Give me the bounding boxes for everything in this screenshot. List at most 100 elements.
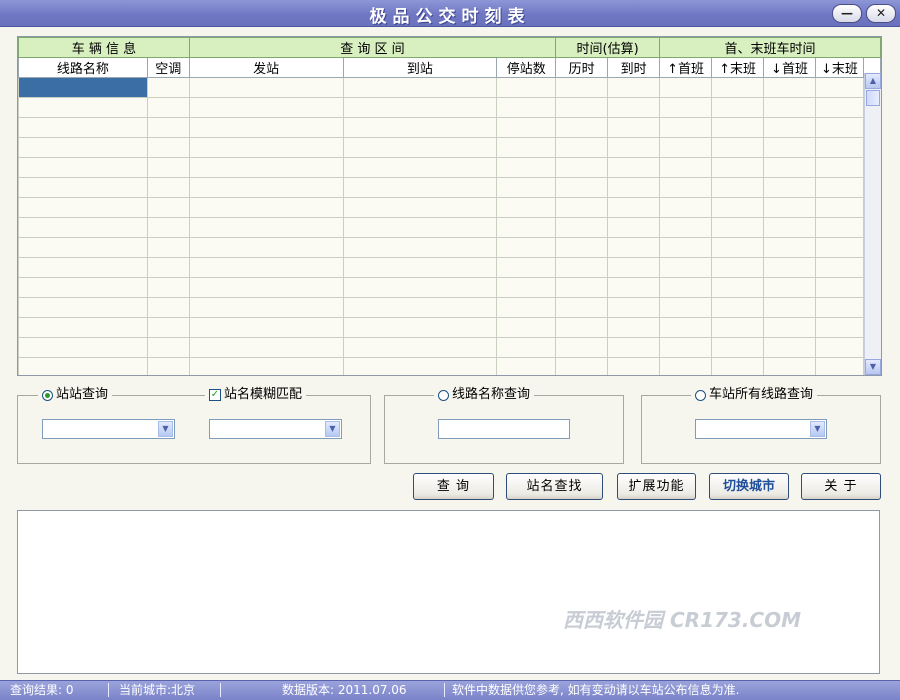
table-cell[interactable] xyxy=(146,277,190,298)
table-cell[interactable] xyxy=(342,237,498,258)
table-cell[interactable] xyxy=(763,157,816,178)
table-cell[interactable] xyxy=(555,257,609,278)
table-cell[interactable] xyxy=(18,77,148,98)
close-button[interactable]: ✕ xyxy=(866,4,896,23)
table-cell[interactable] xyxy=(18,197,148,218)
table-cell[interactable] xyxy=(763,117,816,138)
chevron-down-icon[interactable]: ▼ xyxy=(158,421,173,437)
table-cell[interactable] xyxy=(814,157,864,178)
table-cell[interactable] xyxy=(763,137,816,158)
column-header-down-last[interactable]: ↓末班 xyxy=(814,57,864,78)
table-cell[interactable] xyxy=(711,237,765,258)
table-cell[interactable] xyxy=(555,237,609,258)
table-cell[interactable] xyxy=(496,97,557,118)
table-cell[interactable] xyxy=(146,317,190,338)
table-cell[interactable] xyxy=(659,197,713,218)
query-button[interactable]: 查 询 xyxy=(413,473,494,500)
column-header-duration[interactable]: 历时 xyxy=(555,57,609,78)
table-cell[interactable] xyxy=(18,237,148,258)
column-header-stop-count[interactable]: 停站数 xyxy=(496,57,557,78)
table-row[interactable] xyxy=(18,77,881,98)
table-row[interactable] xyxy=(18,257,881,278)
table-cell[interactable] xyxy=(763,217,816,238)
table-cell[interactable] xyxy=(607,337,661,358)
table-cell[interactable] xyxy=(496,77,557,98)
column-header-aircon[interactable]: 空调 xyxy=(146,57,190,78)
table-cell[interactable] xyxy=(18,217,148,238)
table-cell[interactable] xyxy=(607,277,661,298)
table-cell[interactable] xyxy=(18,257,148,278)
column-header-from-station[interactable]: 发站 xyxy=(188,57,344,78)
table-cell[interactable] xyxy=(659,97,713,118)
table-cell[interactable] xyxy=(555,197,609,218)
table-cell[interactable] xyxy=(607,317,661,338)
table-cell[interactable] xyxy=(18,337,148,358)
table-row[interactable] xyxy=(18,297,881,318)
table-cell[interactable] xyxy=(711,77,765,98)
table-cell[interactable] xyxy=(711,177,765,198)
route-query-legend[interactable]: 线路名称查询 xyxy=(434,387,535,403)
table-cell[interactable] xyxy=(188,357,344,375)
table-cell[interactable] xyxy=(18,357,148,375)
table-cell[interactable] xyxy=(342,357,498,375)
table-cell[interactable] xyxy=(711,217,765,238)
table-cell[interactable] xyxy=(659,277,713,298)
table-cell[interactable] xyxy=(659,317,713,338)
table-cell[interactable] xyxy=(188,297,344,318)
table-row[interactable] xyxy=(18,137,881,158)
table-cell[interactable] xyxy=(711,297,765,318)
table-row[interactable] xyxy=(18,357,881,375)
table-cell[interactable] xyxy=(342,297,498,318)
scroll-thumb[interactable] xyxy=(866,90,880,106)
table-cell[interactable] xyxy=(555,117,609,138)
find-station-button[interactable]: 站名查找 xyxy=(506,473,603,500)
table-cell[interactable] xyxy=(342,77,498,98)
table-cell[interactable] xyxy=(188,317,344,338)
table-cell[interactable] xyxy=(607,217,661,238)
table-cell[interactable] xyxy=(188,157,344,178)
table-row[interactable] xyxy=(18,197,881,218)
table-cell[interactable] xyxy=(814,197,864,218)
table-cell[interactable] xyxy=(496,297,557,318)
station-query-radio[interactable] xyxy=(42,389,53,401)
table-cell[interactable] xyxy=(342,337,498,358)
table-cell[interactable] xyxy=(763,297,816,318)
table-cell[interactable] xyxy=(607,237,661,258)
table-cell[interactable] xyxy=(146,197,190,218)
table-cell[interactable] xyxy=(188,97,344,118)
table-cell[interactable] xyxy=(496,317,557,338)
table-cell[interactable] xyxy=(814,117,864,138)
table-cell[interactable] xyxy=(659,77,713,98)
station-query-legend[interactable]: 站站查询 xyxy=(38,387,113,403)
table-cell[interactable] xyxy=(496,157,557,178)
switch-city-button[interactable]: 切换城市 xyxy=(709,473,789,500)
table-cell[interactable] xyxy=(814,137,864,158)
table-cell[interactable] xyxy=(188,277,344,298)
table-row[interactable] xyxy=(18,157,881,178)
table-cell[interactable] xyxy=(18,317,148,338)
table-cell[interactable] xyxy=(607,97,661,118)
table-cell[interactable] xyxy=(814,317,864,338)
table-cell[interactable] xyxy=(18,117,148,138)
minimize-button[interactable]: — xyxy=(832,4,862,23)
table-cell[interactable] xyxy=(496,277,557,298)
table-cell[interactable] xyxy=(342,217,498,238)
table-cell[interactable] xyxy=(146,217,190,238)
fuzzy-match-legend[interactable]: ✓ 站名模糊匹配 xyxy=(205,387,307,403)
table-cell[interactable] xyxy=(146,97,190,118)
table-cell[interactable] xyxy=(711,257,765,278)
table-cell[interactable] xyxy=(342,197,498,218)
table-cell[interactable] xyxy=(607,177,661,198)
to-station-combo[interactable]: ▼ xyxy=(209,419,342,439)
table-cell[interactable] xyxy=(659,117,713,138)
table-cell[interactable] xyxy=(342,317,498,338)
table-cell[interactable] xyxy=(555,317,609,338)
table-cell[interactable] xyxy=(607,357,661,375)
table-cell[interactable] xyxy=(659,297,713,318)
route-query-radio[interactable] xyxy=(438,389,449,401)
table-cell[interactable] xyxy=(763,277,816,298)
table-cell[interactable] xyxy=(607,117,661,138)
table-cell[interactable] xyxy=(607,77,661,98)
output-panel[interactable]: 西西软件园 CR173.COM xyxy=(17,510,880,674)
table-cell[interactable] xyxy=(146,297,190,318)
